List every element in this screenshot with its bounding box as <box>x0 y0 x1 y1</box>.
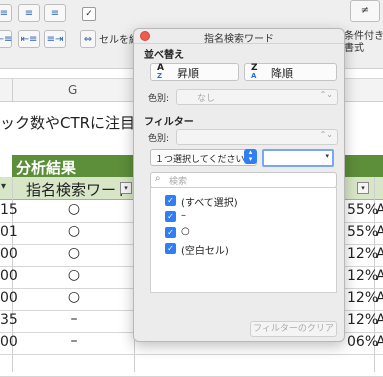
chevron-down-icon[interactable]: ▾ <box>325 152 329 160</box>
popover-titlebar: 指名検索ワード <box>134 29 344 45</box>
filter-dropdown-button-right[interactable]: ▾ <box>357 182 369 194</box>
cell-tail: A <box>376 268 383 284</box>
search-placeholder: 検索 <box>169 177 188 187</box>
increase-indent-button[interactable]: ⇤≡ <box>18 30 40 48</box>
sort-descending-label: 降順 <box>271 67 293 80</box>
row-number: 00 <box>0 334 18 350</box>
conditional-format-button[interactable]: ≠ <box>350 0 380 22</box>
cell-tail: A <box>376 224 383 240</box>
cell-tail: A <box>376 334 383 350</box>
checkbox-checked-icon[interactable]: ✓ <box>165 227 176 238</box>
cell-percent: 12% <box>347 246 379 262</box>
list-item-label: – <box>181 210 186 221</box>
row-number: 00 <box>0 268 18 284</box>
cell-percent: 55% <box>347 202 379 218</box>
filter-value-input[interactable]: ▾ <box>262 149 334 167</box>
sort-ascending-icon: AZ <box>157 63 164 81</box>
cell-percent: 12% <box>347 290 379 306</box>
list-item-label: (空白セル) <box>181 246 229 257</box>
sort-color-select[interactable]: なし ⌃⌄ <box>176 89 338 105</box>
filter-values-list: ✓ (すべて選択) ✓ – ✓ ○ ✓ (空白セル) <box>150 187 337 293</box>
list-item-label: (すべて選択) <box>181 198 238 209</box>
decrease-indent-button[interactable]: ⇤≡ <box>0 30 12 48</box>
cell-percent: 12% <box>347 312 379 328</box>
popover-title: 指名検索ワード <box>204 34 274 45</box>
cell-mark: – <box>70 311 78 327</box>
sort-ascending-button[interactable]: AZ 昇順 <box>150 63 239 81</box>
align-button-2[interactable]: ≡ <box>18 4 40 22</box>
search-icon: ⌕ <box>155 173 161 184</box>
cell-mark: ○ <box>67 201 81 217</box>
chevron-updown-icon: ⌃⌄ <box>319 90 333 99</box>
cell-mark: – <box>70 333 78 349</box>
column-header-g[interactable]: G <box>68 83 77 97</box>
clear-filter-button[interactable]: フィルターのクリア <box>250 321 337 337</box>
row-number: 00 <box>0 246 18 262</box>
chevron-updown-icon: ▴ ▾ <box>244 149 257 164</box>
sort-ascending-label: 昇順 <box>177 67 199 80</box>
cell-tail: A <box>376 290 383 306</box>
row-number: 01 <box>0 224 18 240</box>
cell-percent: 55% <box>347 224 379 240</box>
align-button-3[interactable]: ≡ <box>44 4 66 22</box>
cell-tail: A <box>376 202 383 218</box>
row-number: 00 <box>0 290 18 306</box>
filter-arrow-icon[interactable]: ▾ <box>1 181 6 192</box>
cell-tail: A <box>376 246 383 262</box>
indent-button[interactable]: ≡⇥ <box>44 30 66 48</box>
sort-descending-icon: ZA <box>251 63 258 81</box>
filter-condition-select[interactable]: １つ選択してください ▴ ▾ <box>150 149 257 166</box>
chevron-updown-icon: ⌃⌄ <box>319 130 333 139</box>
filter-popover: 指名検索ワード 並べ替え AZ 昇順 ZA 降順 色別: なし ⌃⌄ フィルター… <box>133 28 345 342</box>
table-row[interactable] <box>0 354 383 377</box>
conditional-format-label[interactable]: 条件付き 書式 <box>344 31 383 55</box>
filter-color-label: 色別: <box>148 134 170 144</box>
filter-section-label: フィルター <box>144 117 194 128</box>
column-divider[interactable] <box>12 79 13 101</box>
sort-color-value: なし <box>197 94 216 104</box>
filter-dropdown-button[interactable]: ▾ <box>120 182 132 194</box>
sort-section-label: 並べ替え <box>144 50 184 61</box>
wrap-text-checkbox[interactable]: ✓ <box>82 7 96 21</box>
sort-color-label: 色別: <box>148 94 170 104</box>
section-title: 分析結果 <box>16 159 77 177</box>
sort-descending-button[interactable]: ZA 降順 <box>244 63 337 81</box>
cell-mark: ○ <box>67 267 81 283</box>
cell-tail: A <box>376 312 383 328</box>
merge-cells-button[interactable]: ⇔ <box>80 30 96 48</box>
checkbox-checked-icon[interactable]: ✓ <box>165 243 176 254</box>
list-item-label: ○ <box>181 226 190 237</box>
cell-percent: 06% <box>347 334 379 350</box>
cell-mark: ○ <box>67 289 81 305</box>
cell-percent: 12% <box>347 268 379 284</box>
checkbox-checked-icon[interactable]: ✓ <box>165 195 176 206</box>
search-input[interactable]: ⌕ 検索 <box>150 172 337 188</box>
align-button-1[interactable]: ≡ <box>0 4 12 22</box>
cell-mark: ○ <box>67 245 81 261</box>
row-number: 35 <box>0 312 18 328</box>
header-label: 指名検索ワード <box>26 181 132 199</box>
filter-color-select[interactable]: ⌃⌄ <box>176 129 338 145</box>
filter-condition-value: １つ選択してください <box>155 155 245 165</box>
row-number: 15 <box>0 202 18 218</box>
checkbox-checked-icon[interactable]: ✓ <box>165 211 176 222</box>
cell-mark: ○ <box>67 223 81 239</box>
